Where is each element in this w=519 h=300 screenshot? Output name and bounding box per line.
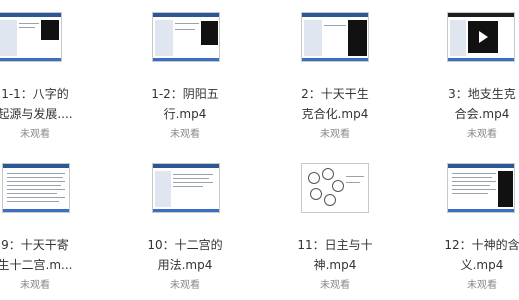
video-title-line1[interactable]: 3：地支生克: [427, 84, 519, 104]
file-panel: [304, 20, 322, 56]
video-thumbnail-icon[interactable]: [152, 163, 220, 213]
text-line: [173, 178, 209, 179]
video-title-line2[interactable]: 生十二宫.m...: [0, 255, 90, 275]
taskbar: [302, 58, 368, 61]
watch-status: 未观看: [20, 129, 50, 140]
video-preview: [498, 171, 513, 207]
video-thumbnail-icon[interactable]: [0, 12, 62, 62]
video-preview: [201, 21, 218, 45]
window-titlebar: [448, 164, 514, 168]
video-title-line2[interactable]: 用法.mp4: [130, 255, 240, 275]
text-line: [7, 173, 65, 174]
text-line: [175, 23, 199, 24]
text-line: [452, 173, 496, 174]
text-line: [346, 182, 360, 183]
taskbar: [0, 58, 61, 61]
video-title-line2[interactable]: 克合化.mp4: [280, 104, 390, 124]
diagram-node: [324, 194, 336, 206]
watch-status: 未观看: [320, 129, 350, 140]
video-preview: [348, 20, 367, 56]
text-line: [7, 193, 57, 194]
diagram-node: [332, 180, 344, 192]
video-title-line2[interactable]: 起源与发展....: [0, 104, 90, 124]
taskbar: [3, 209, 69, 212]
video-thumbnail-icon[interactable]: [2, 163, 70, 213]
watch-status: 未观看: [467, 129, 497, 140]
diagram-node: [310, 188, 322, 200]
taskbar: [153, 209, 219, 212]
text-line: [452, 189, 496, 190]
video-title-line2[interactable]: 合会.mp4: [427, 104, 519, 124]
video-preview: [41, 20, 59, 40]
video-grid: 1-1：八字的 起源与发展.... 未观看 1-2：阴阳五 行.mp4 未观看 …: [0, 0, 519, 300]
video-title-line1[interactable]: 1-1：八字的: [0, 84, 90, 104]
video-title-line2[interactable]: 神.mp4: [280, 255, 390, 275]
video-title-line1[interactable]: 10：十二宫的: [130, 235, 240, 255]
video-title-line1[interactable]: 1-2：阴阳五: [130, 84, 240, 104]
text-line: [7, 181, 65, 182]
text-line: [7, 177, 63, 178]
window-titlebar: [3, 164, 69, 168]
video-thumbnail-icon[interactable]: [447, 163, 515, 213]
taskbar: [448, 209, 514, 212]
text-line: [173, 182, 213, 183]
text-line: [173, 174, 213, 175]
video-title-line1[interactable]: 2：十天干生: [280, 84, 390, 104]
diagram-node: [308, 172, 320, 184]
text-line: [7, 189, 65, 190]
video-thumbnail-icon[interactable]: [447, 12, 515, 62]
window-titlebar: [153, 13, 219, 17]
file-panel: [155, 20, 173, 56]
video-thumbnail-icon[interactable]: [152, 12, 220, 62]
window-titlebar: [153, 164, 219, 168]
text-line: [452, 185, 490, 186]
video-thumbnail-icon[interactable]: [301, 12, 369, 62]
taskbar: [153, 58, 219, 61]
video-title-line2[interactable]: 义.mp4: [427, 255, 519, 275]
text-line: [452, 193, 488, 194]
text-line: [7, 201, 59, 202]
text-line: [175, 29, 195, 30]
text-line: [452, 181, 496, 182]
text-line: [7, 197, 65, 198]
diagram-node: [322, 168, 334, 180]
file-panel: [155, 171, 171, 207]
watch-status: 未观看: [467, 280, 497, 291]
video-title-line1[interactable]: 12：十神的含: [427, 235, 519, 255]
video-thumbnail-icon[interactable]: [301, 163, 369, 213]
watch-status: 未观看: [170, 129, 200, 140]
file-panel: [0, 20, 17, 56]
text-line: [173, 186, 203, 187]
video-title-line1[interactable]: 9：十天干寄: [0, 235, 90, 255]
video-title-line2[interactable]: 行.mp4: [130, 104, 240, 124]
text-line: [452, 177, 492, 178]
text-line: [19, 27, 35, 28]
text-line: [324, 25, 346, 26]
watch-status: 未观看: [320, 280, 350, 291]
window-titlebar: [302, 13, 368, 17]
text-line: [346, 176, 364, 177]
taskbar: [448, 58, 514, 61]
watch-status: 未观看: [170, 280, 200, 291]
window-titlebar: [448, 13, 514, 17]
window-titlebar: [0, 13, 61, 17]
text-line: [7, 185, 61, 186]
file-panel: [450, 20, 466, 56]
video-title-line1[interactable]: 11：日主与十: [280, 235, 390, 255]
text-line: [19, 23, 39, 24]
play-icon: [479, 31, 488, 43]
watch-status: 未观看: [20, 280, 50, 291]
